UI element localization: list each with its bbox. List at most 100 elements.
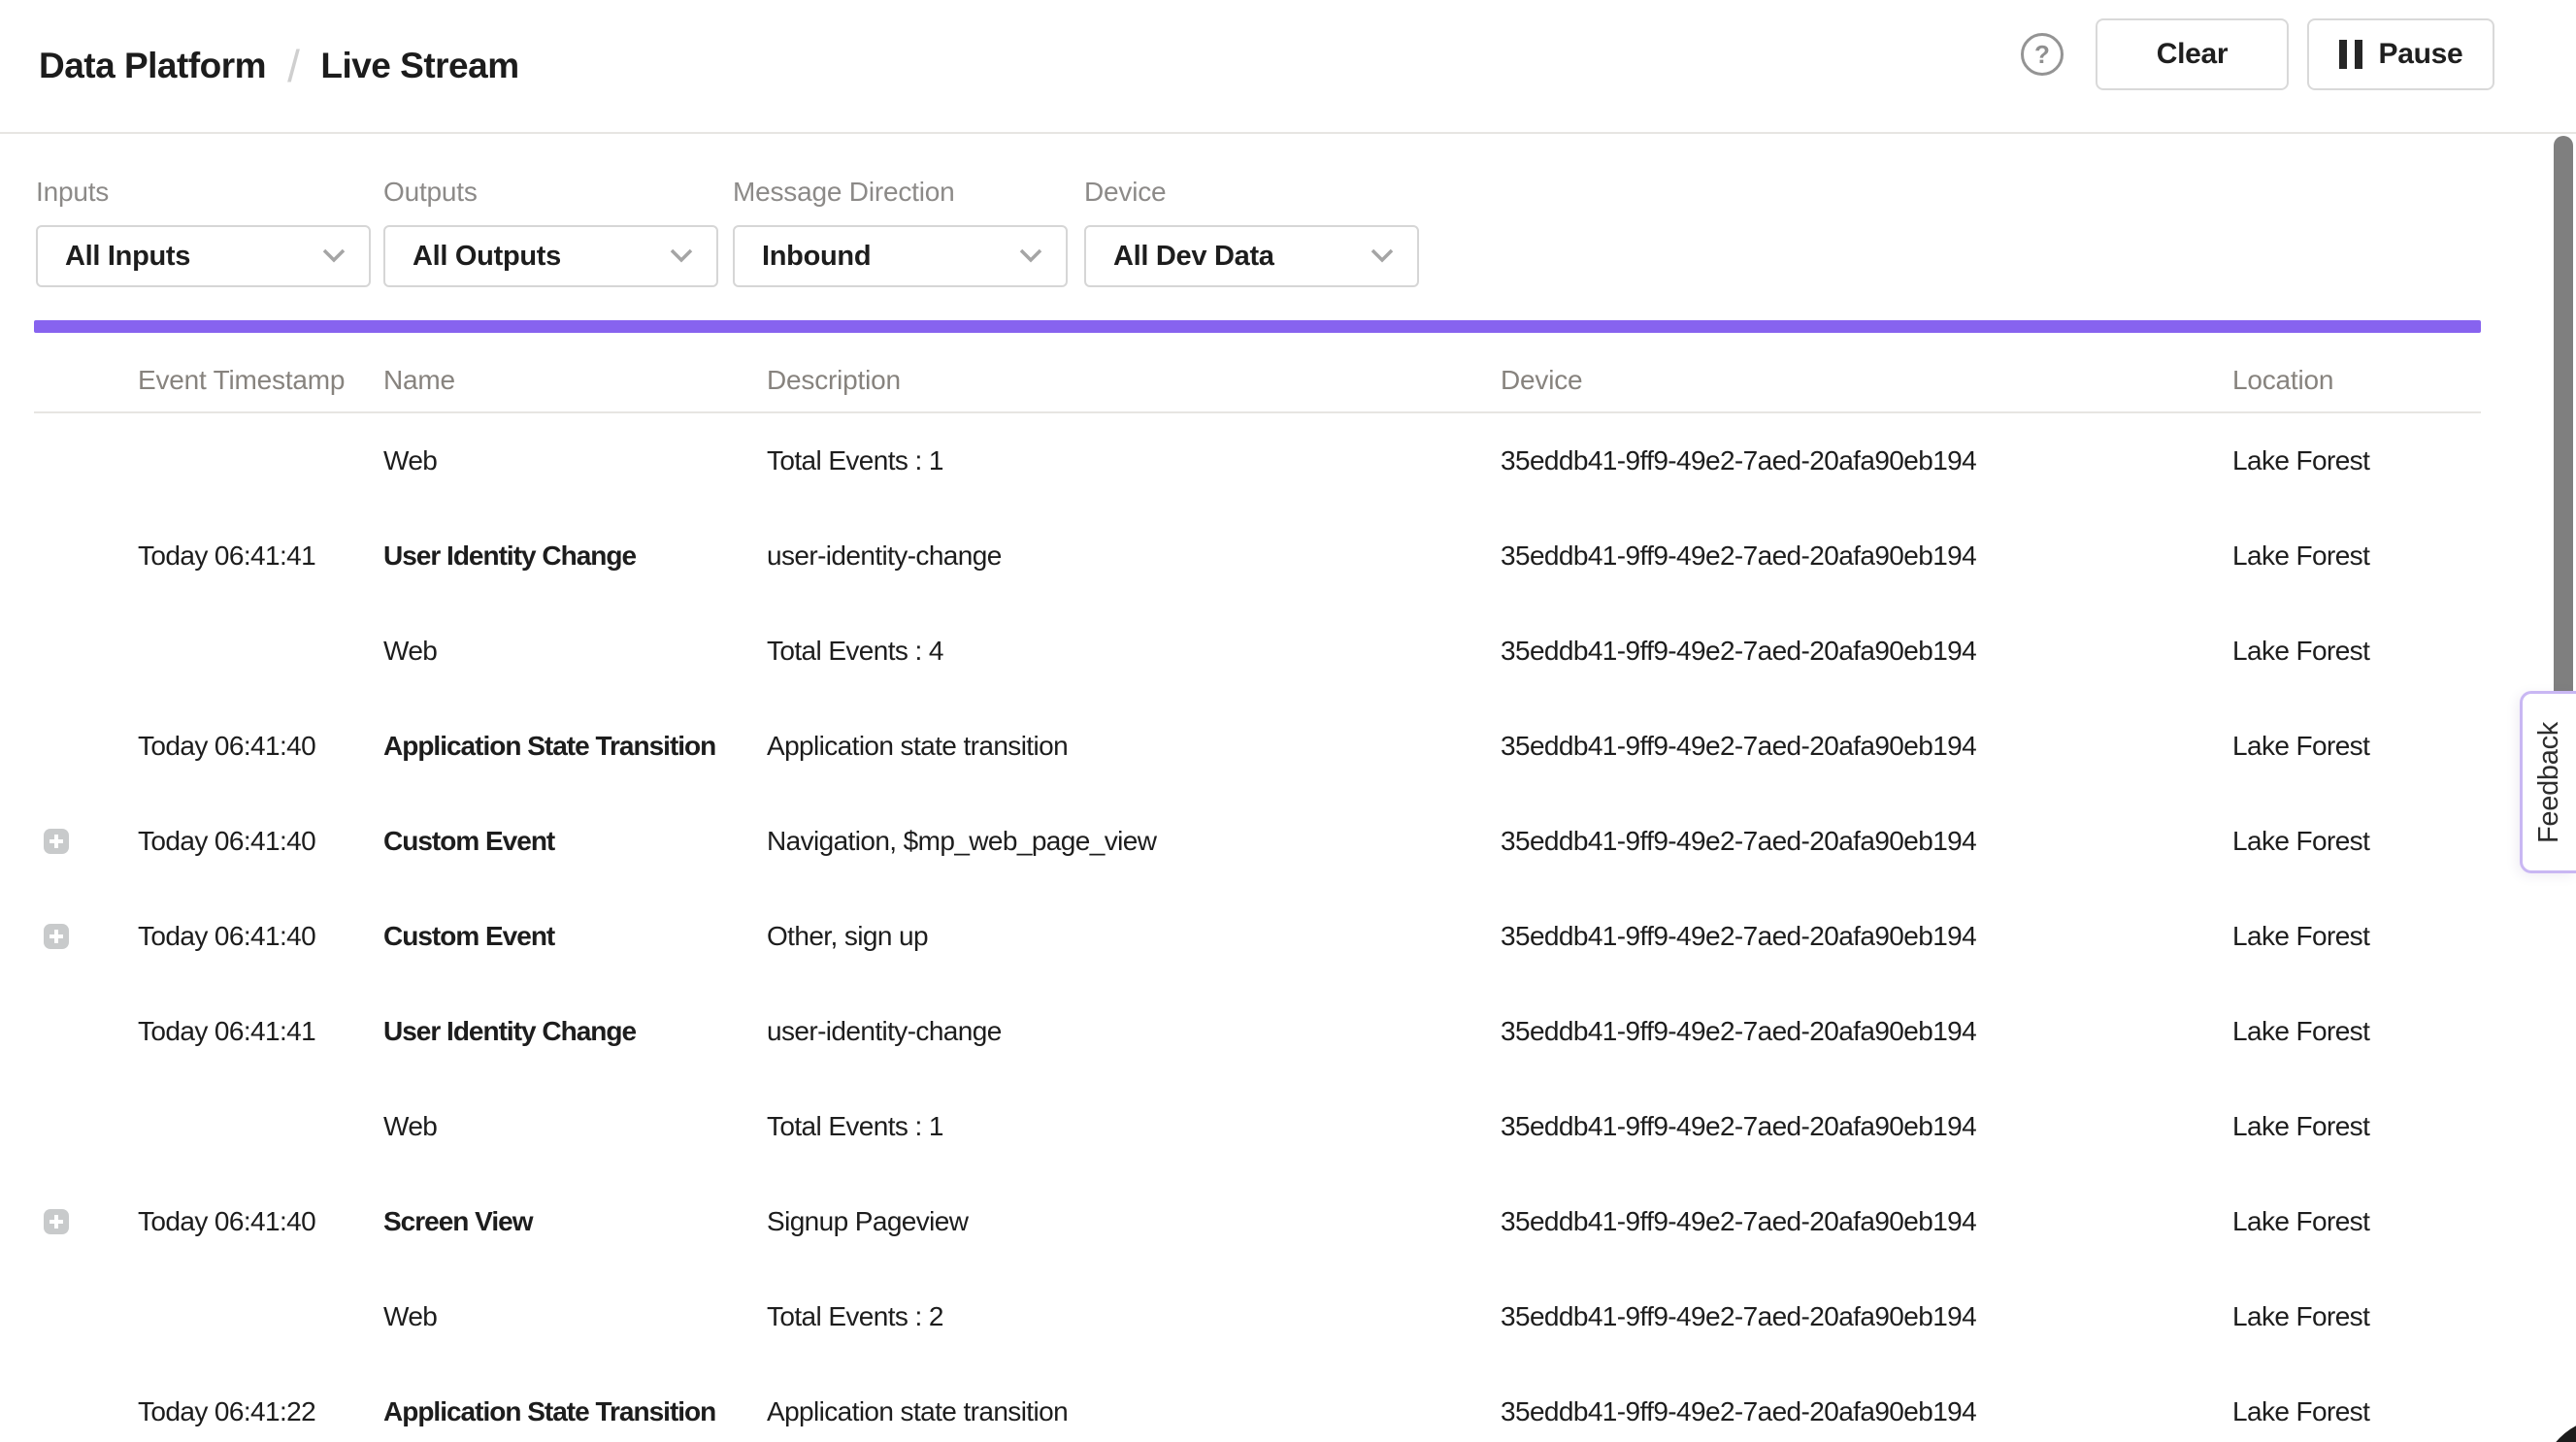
event-name-cell: User Identity Change — [383, 984, 636, 1079]
event-device-cell: 35eddb41-9ff9-49e2-7aed-20afa90eb194 — [1501, 889, 1976, 984]
table-row[interactable]: Web Total Events : 4 35eddb41-9ff9-49e2-… — [0, 604, 2481, 699]
event-device-cell: 35eddb41-9ff9-49e2-7aed-20afa90eb194 — [1501, 984, 1976, 1079]
event-description-cell: Other, sign up — [767, 889, 928, 984]
filter-label-outputs: Outputs — [383, 177, 718, 208]
filter-message-direction: Message Direction Inbound — [733, 177, 1068, 287]
event-description-cell: Application state transition — [767, 699, 1068, 794]
event-device-cell: 35eddb41-9ff9-49e2-7aed-20afa90eb194 — [1501, 1174, 1976, 1269]
pause-button-label: Pause — [2379, 38, 2463, 71]
scrollbar-thumb[interactable] — [2554, 136, 2573, 739]
chevron-down-icon — [322, 248, 346, 264]
clear-button[interactable]: Clear — [2096, 18, 2289, 90]
event-location-cell: Lake Forest — [2232, 699, 2369, 794]
event-timestamp-cell: Today 06:41:40 — [138, 1174, 315, 1269]
event-name-cell: User Identity Change — [383, 508, 636, 604]
top-header: Data Platform / Live Stream ? Clear Paus… — [0, 0, 2576, 134]
table-row[interactable]: Today 06:41:22 Application State Transit… — [0, 1364, 2481, 1442]
column-header-description: Description — [767, 365, 901, 396]
event-description-cell: Signup Pageview — [767, 1174, 968, 1269]
event-name-cell: Custom Event — [383, 794, 554, 889]
outputs-filter-select[interactable]: All Outputs — [383, 225, 718, 287]
expand-row-button[interactable] — [44, 829, 69, 854]
expand-row-button[interactable] — [44, 1209, 69, 1234]
expand-row-button[interactable] — [44, 924, 69, 949]
event-name-cell: Application State Transition — [383, 1364, 715, 1442]
column-header-device: Device — [1501, 365, 1582, 396]
message-direction-filter-select[interactable]: Inbound — [733, 225, 1068, 287]
table-row[interactable]: Today 06:41:40 Custom Event Navigation, … — [0, 794, 2481, 889]
table-row[interactable]: Web Total Events : 1 35eddb41-9ff9-49e2-… — [0, 1079, 2481, 1174]
event-location-cell: Lake Forest — [2232, 508, 2369, 604]
table-row[interactable]: Today 06:41:40 Application State Transit… — [0, 699, 2481, 794]
event-device-cell: 35eddb41-9ff9-49e2-7aed-20afa90eb194 — [1501, 413, 1976, 508]
event-description-cell: Total Events : 2 — [767, 1269, 943, 1364]
feedback-tab[interactable]: Feedback — [2520, 691, 2576, 873]
event-description-cell: Application state transition — [767, 1364, 1068, 1442]
filter-label-inputs: Inputs — [36, 177, 371, 208]
event-description-cell: Navigation, $mp_web_page_view — [767, 794, 1156, 889]
table-row[interactable]: Web Total Events : 1 35eddb41-9ff9-49e2-… — [0, 413, 2481, 508]
help-icon[interactable]: ? — [2021, 33, 2064, 76]
table-row[interactable]: Web Total Events : 2 35eddb41-9ff9-49e2-… — [0, 1269, 2481, 1364]
event-description-cell: Total Events : 1 — [767, 413, 943, 508]
event-name-cell: Web — [383, 1079, 437, 1174]
event-device-cell: 35eddb41-9ff9-49e2-7aed-20afa90eb194 — [1501, 1364, 1976, 1442]
chevron-down-icon — [1019, 248, 1042, 264]
event-timestamp-cell: Today 06:41:40 — [138, 699, 315, 794]
pause-icon — [2339, 40, 2362, 69]
event-name-cell: Custom Event — [383, 889, 554, 984]
plus-icon — [44, 924, 69, 949]
column-header-name: Name — [383, 365, 455, 396]
device-filter-select[interactable]: All Dev Data — [1084, 225, 1419, 287]
filter-label-message-direction: Message Direction — [733, 177, 1068, 208]
event-device-cell: 35eddb41-9ff9-49e2-7aed-20afa90eb194 — [1501, 699, 1976, 794]
chevron-down-icon — [670, 248, 693, 264]
breadcrumb-section[interactable]: Data Platform — [39, 46, 266, 86]
table-row[interactable]: Today 06:41:41 User Identity Change user… — [0, 984, 2481, 1079]
event-name-cell: Screen View — [383, 1174, 532, 1269]
inputs-filter-select[interactable]: All Inputs — [36, 225, 371, 287]
breadcrumb: Data Platform / Live Stream — [39, 0, 519, 132]
event-description-cell: Total Events : 1 — [767, 1079, 943, 1174]
filter-device: Device All Dev Data — [1084, 177, 1419, 287]
breadcrumb-separator: / — [287, 40, 299, 92]
event-description-cell: Total Events : 4 — [767, 604, 943, 699]
event-timestamp-cell: Today 06:41:22 — [138, 1364, 315, 1442]
event-table-body: Web Total Events : 1 35eddb41-9ff9-49e2-… — [0, 413, 2481, 1442]
event-location-cell: Lake Forest — [2232, 1079, 2369, 1174]
device-filter-value: All Dev Data — [1113, 241, 1274, 273]
table-row[interactable]: Today 06:41:40 Custom Event Other, sign … — [0, 889, 2481, 984]
chat-widget-button[interactable] — [2538, 1417, 2576, 1442]
event-name-cell: Application State Transition — [383, 699, 715, 794]
filter-label-device: Device — [1084, 177, 1419, 208]
plus-icon — [44, 829, 69, 854]
event-location-cell: Lake Forest — [2232, 1364, 2369, 1442]
event-device-cell: 35eddb41-9ff9-49e2-7aed-20afa90eb194 — [1501, 1269, 1976, 1364]
column-header-location: Location — [2232, 365, 2333, 396]
event-timestamp-cell: Today 06:41:41 — [138, 984, 315, 1079]
event-location-cell: Lake Forest — [2232, 984, 2369, 1079]
event-name-cell: Web — [383, 1269, 437, 1364]
event-location-cell: Lake Forest — [2232, 1174, 2369, 1269]
event-timestamp-cell: Today 06:41:40 — [138, 889, 315, 984]
outputs-filter-value: All Outputs — [413, 241, 561, 273]
feedback-tab-label: Feedback — [2533, 722, 2565, 843]
event-description-cell: user-identity-change — [767, 508, 1002, 604]
table-row[interactable]: Today 06:41:40 Screen View Signup Pagevi… — [0, 1174, 2481, 1269]
event-device-cell: 35eddb41-9ff9-49e2-7aed-20afa90eb194 — [1501, 1079, 1976, 1174]
event-name-cell: Web — [383, 604, 437, 699]
page-title: Live Stream — [320, 46, 518, 86]
event-name-cell: Web — [383, 413, 437, 508]
event-device-cell: 35eddb41-9ff9-49e2-7aed-20afa90eb194 — [1501, 794, 1976, 889]
plus-icon — [44, 1209, 69, 1234]
filter-inputs: Inputs All Inputs — [36, 177, 371, 287]
event-description-cell: user-identity-change — [767, 984, 1002, 1079]
chevron-down-icon — [1371, 248, 1394, 264]
column-header-event-timestamp: Event Timestamp — [138, 365, 345, 396]
event-location-cell: Lake Forest — [2232, 889, 2369, 984]
pause-button[interactable]: Pause — [2307, 18, 2494, 90]
event-location-cell: Lake Forest — [2232, 794, 2369, 889]
table-row[interactable]: Today 06:41:41 User Identity Change user… — [0, 508, 2481, 604]
event-device-cell: 35eddb41-9ff9-49e2-7aed-20afa90eb194 — [1501, 508, 1976, 604]
event-timestamp-cell: Today 06:41:41 — [138, 508, 315, 604]
